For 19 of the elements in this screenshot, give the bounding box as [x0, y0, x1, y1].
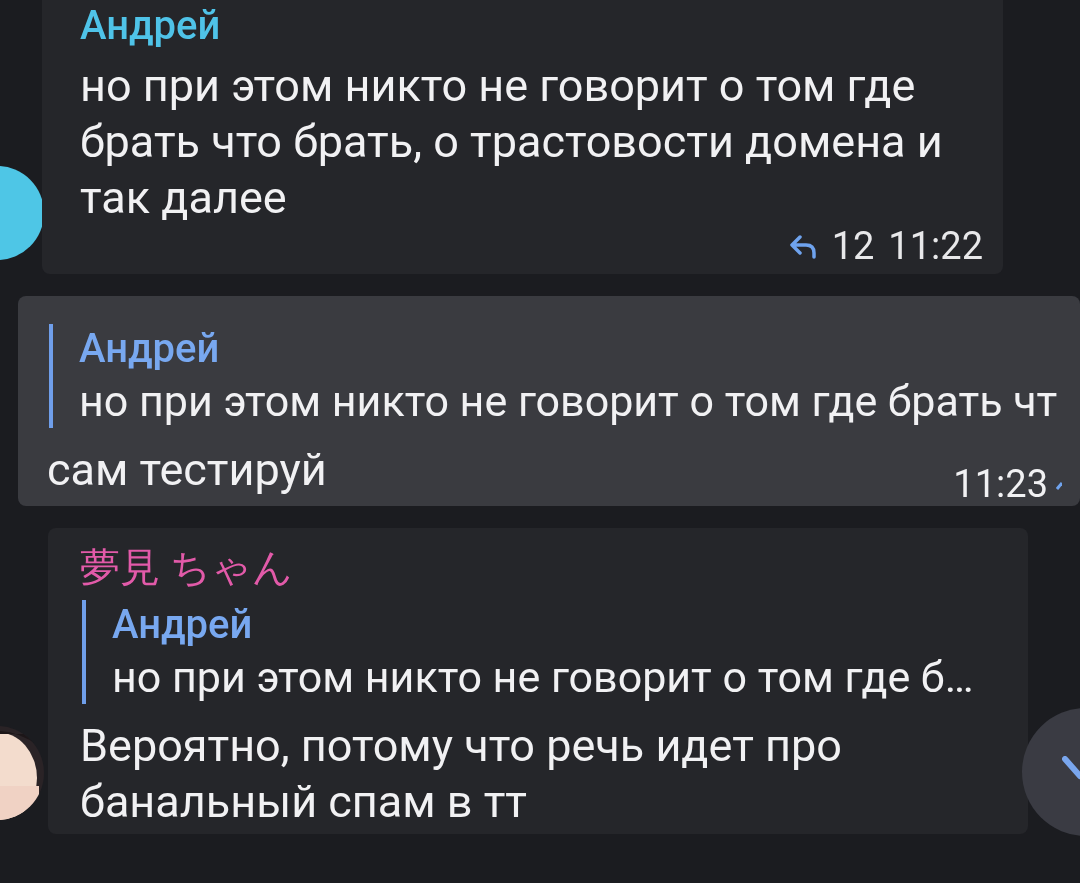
quoted-text: но при этом никто не говорит о том где б…	[112, 651, 975, 704]
message-time: 11:22	[888, 226, 983, 266]
message-text: Вероятно, потому что речь идет про банальный спам в тт	[80, 718, 843, 830]
reply-quote[interactable]: Андрей но при этом никто не говорит о том где брать чт	[49, 324, 1080, 428]
message-time: 11:23	[953, 464, 1048, 504]
message-bubble[interactable]: Андрей но при этом никто не говорит о том где брать чт сам тестируй 11:23	[18, 296, 1080, 506]
sender-name[interactable]: 夢見 ちゃん	[80, 544, 1008, 592]
message-bubble[interactable]: 夢見 ちゃん Андрей но при этом никто не говорит о том где б… Вероятно, потому что речь идет про банальный спам в тт	[48, 528, 1028, 834]
message-text: сам тестируй	[47, 442, 327, 498]
reply-count: 12	[831, 226, 875, 266]
message-text: но при этом никто не говорит о том где брать что брать, о трастовости домена и так далее	[80, 58, 944, 226]
reply-quote[interactable]: Андрей но при этом никто не говорит о том где б…	[82, 600, 1008, 704]
quoted-text: но при этом никто не говорит о том где брать чт	[79, 375, 1059, 428]
quoted-sender: Андрей	[112, 600, 254, 650]
chevron-down-icon	[1062, 756, 1080, 782]
quoted-sender: Андрей	[79, 324, 221, 374]
message-bubble[interactable]: Андрей но при этом никто не говорит о том где брать что брать, о трастовости домена и так далее 12 11:22	[42, 0, 1003, 274]
reply-icon	[787, 233, 818, 259]
sender-name[interactable]: Андрей	[80, 2, 983, 50]
